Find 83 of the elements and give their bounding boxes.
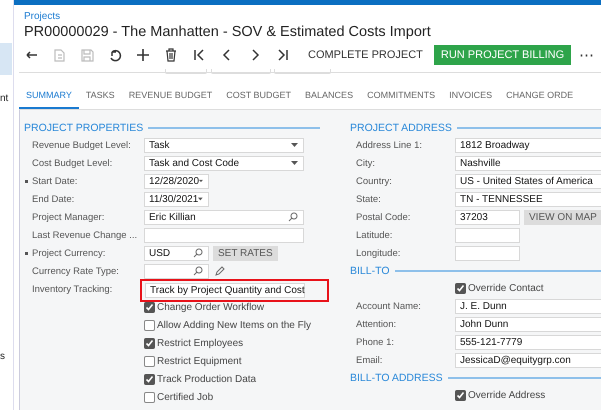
checkbox[interactable] [144,392,155,402]
dropdown-caret-icon [199,179,203,183]
field-label: Project Manager: [32,212,104,222]
dropdown-field[interactable]: Task and Cost Code [144,156,304,170]
breadcrumb-link[interactable]: Projects [24,11,60,22]
lookup-field[interactable]: Eric Killian [144,210,304,224]
tab[interactable]: BALANCES [298,83,360,109]
tab[interactable]: COST BUDGET [219,83,298,109]
tab[interactable]: CHANGE ORDE [499,83,580,109]
checkbox[interactable] [144,320,155,330]
text-field[interactable]: TN - TENNESSEE [455,192,601,206]
tab[interactable]: COMMITMENTS [360,83,442,109]
set-rates-button[interactable]: SET RATES [213,246,278,260]
checkbox-label: Allow Adding New Items on the Fly [157,320,311,330]
nav-item[interactable]: s [0,351,5,362]
field-label: Country: [356,176,392,186]
checkbox-label: Track Production Data [157,374,256,384]
date-field[interactable]: 11/30/2021 [144,192,209,206]
checkbox[interactable] [144,338,155,348]
search-icon [288,212,298,222]
field-label: Inventory Tracking: [32,284,112,294]
search-icon [193,248,203,258]
field-label: Postal Code: [356,212,410,222]
dropdown-field[interactable]: Track by Project Quantity and Cost [145,282,305,298]
checkbox[interactable] [455,390,466,400]
text-field[interactable]: Nashville [455,156,601,170]
field-label: Attention: [356,318,396,330]
dropdown-field[interactable]: Task [144,138,304,152]
field-label: Last Revenue Change ... [32,230,138,240]
field-label: Cost Budget Level: [32,158,112,168]
checkbox-label: Restrict Equipment [157,356,242,366]
field-label: Revenue Budget Level: [32,140,131,150]
page-title: PR00000029 - The Manhatten - SOV & Estimated Costs Import [24,24,431,40]
field-label: Currency Rate Type: [32,266,119,276]
text-field[interactable]: JessicaD@equitygrp.con [455,352,601,368]
section-title: PROJECT ADDRESS [350,122,452,134]
field-label: Phone 1: [356,336,394,348]
dropdown-caret-icon [198,197,203,201]
view-on-map-button[interactable]: VIEW ON MAP [524,210,601,224]
dropdown-caret-icon [291,161,298,165]
tab[interactable]: TASKS [78,83,122,109]
dropdown-caret-icon [291,143,298,147]
field-label: Latitude: [356,230,392,240]
nav-item[interactable]: nt [0,93,8,104]
text-field[interactable]: J. E. Dunn [455,298,601,314]
text-field[interactable]: US - United States of America [455,174,601,188]
search-icon [193,266,203,276]
checkbox[interactable] [144,302,155,312]
field-label: End Date: [32,194,74,204]
checkbox[interactable] [455,282,466,294]
field-label: Email: [356,354,382,366]
field-label: Account Name: [356,300,421,312]
text-field[interactable] [455,246,520,260]
tab[interactable]: REVENUE BUDGET [122,83,220,109]
field-label: Start Date: [32,176,78,186]
field-label: Longitude: [356,248,400,258]
checkbox-label: Certified Job [157,392,214,402]
checkbox-label: Restrict Employees [157,338,244,348]
text-field[interactable]: John Dunn [455,316,601,332]
checkbox[interactable] [144,356,155,366]
field-label: Project Currency: [32,248,106,258]
checkbox-label: Override Address [468,390,546,400]
lookup-field[interactable] [144,264,209,278]
section-title: BILL-TO [350,264,390,276]
field-label: State: [356,194,381,204]
section-title: PROJECT PROPERTIES [24,122,144,134]
pencil-icon[interactable] [215,266,225,276]
field-label: Address Line 1: [356,140,422,150]
text-field[interactable]: 555-121-7779 [455,334,601,350]
text-field[interactable]: 1812 Broadway [455,138,601,152]
date-field[interactable]: 12/28/2020 [144,174,209,188]
text-field[interactable] [144,228,304,242]
field-label: City: [356,158,375,168]
text-field[interactable]: 37203 [455,210,520,224]
text-field[interactable] [455,228,520,242]
checkbox[interactable] [144,374,155,384]
section-title: BILL-TO ADDRESS [350,372,443,384]
more-menu-button[interactable]: ⋯ [579,46,594,64]
checkbox-label: Override Contact [468,282,544,294]
lookup-field[interactable]: USD [144,246,209,260]
complete-project-button[interactable]: COMPLETE PROJECT [301,45,430,65]
checkbox-label: Change Order Workflow [157,302,264,312]
tab[interactable]: INVOICES [442,83,500,109]
